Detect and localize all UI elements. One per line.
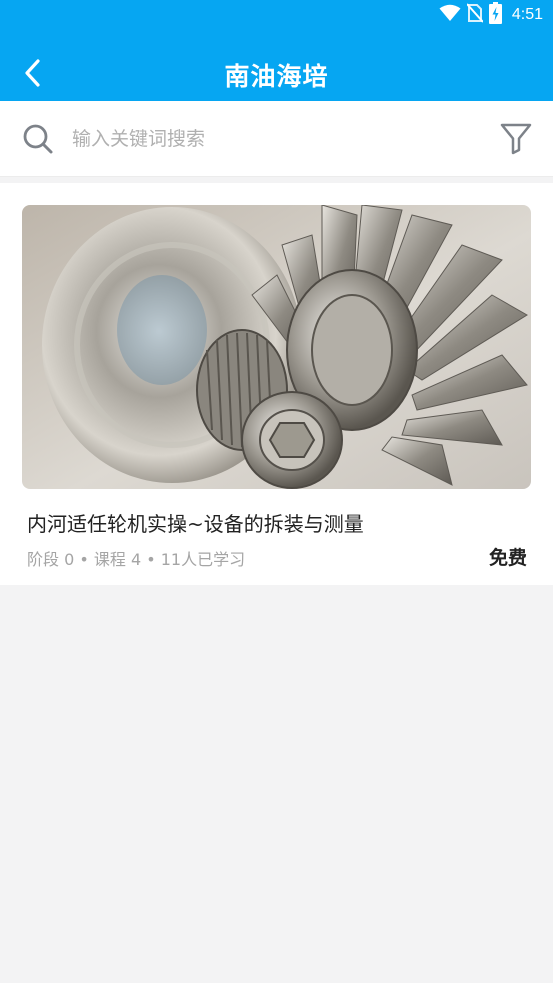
course-image [22, 205, 531, 489]
nav-bar: 南油海培 [0, 48, 553, 101]
wifi-icon [439, 4, 461, 26]
status-bar: 4:51 [0, 0, 553, 30]
course-price: 免费 [488, 547, 527, 569]
battery-charging-icon [488, 2, 502, 28]
app-header: 4:51 南油海培 [0, 0, 553, 101]
search-bar [0, 101, 553, 177]
no-sim-icon [466, 3, 484, 27]
course-meta: 阶段 0 • 课程 4 • 11人已学习 [27, 550, 246, 569]
page-title: 南油海培 [224, 62, 329, 91]
course-title: 内河适任轮机实操~设备的拆装与测量 [27, 512, 364, 536]
search-icon[interactable] [22, 123, 54, 155]
search-input[interactable] [70, 121, 474, 157]
filter-icon[interactable] [499, 121, 533, 155]
course-card[interactable]: 内河适任轮机实操~设备的拆装与测量 阶段 0 • 课程 4 • 11人已学习 免… [0, 183, 553, 585]
status-icons: 4:51 [439, 2, 543, 28]
status-time: 4:51 [511, 6, 543, 23]
